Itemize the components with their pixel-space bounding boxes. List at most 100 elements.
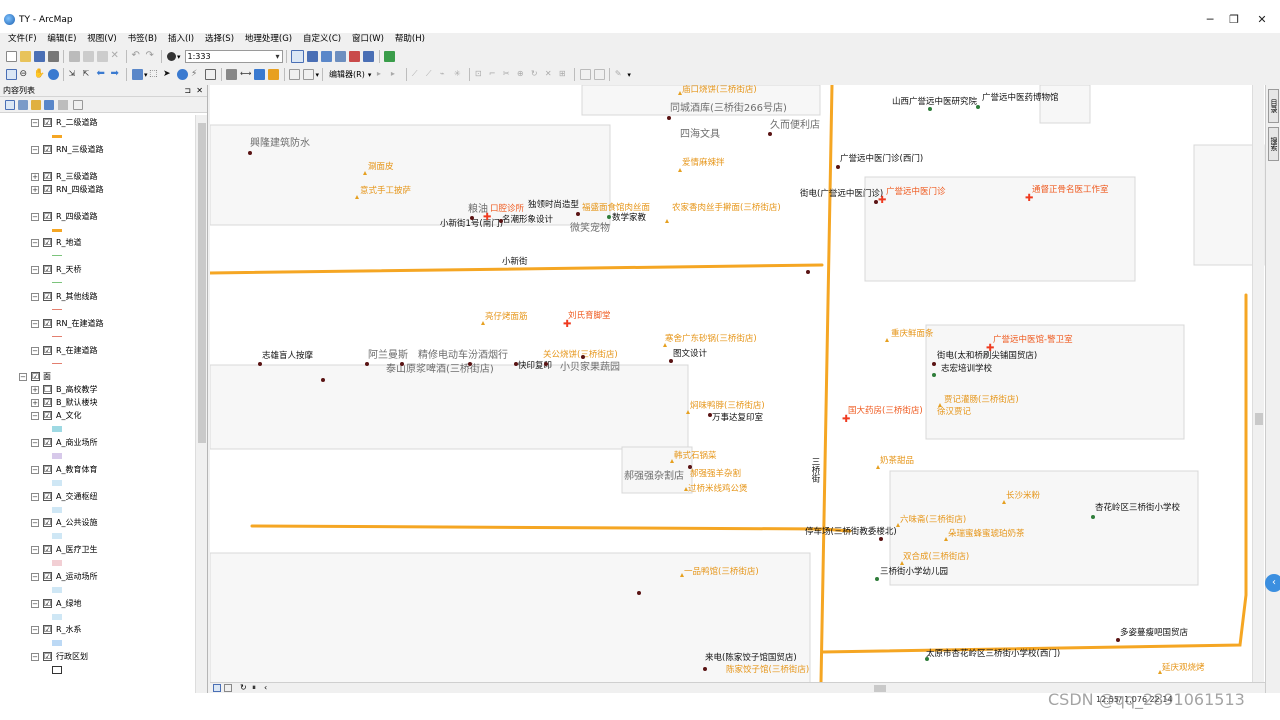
paste-icon[interactable]: [96, 51, 108, 62]
layer-visibility-checkbox[interactable]: ☑: [43, 625, 52, 634]
layer-item[interactable]: − ☑ R_四级道路: [0, 211, 190, 223]
layer-label[interactable]: 面: [43, 371, 51, 383]
cut-icon[interactable]: [68, 51, 80, 62]
toc-options-icon[interactable]: [72, 99, 83, 110]
layer-item[interactable]: − ☑ A_教育体育: [0, 464, 190, 476]
expand-icon[interactable]: +: [31, 173, 39, 181]
clear-selection-icon[interactable]: ⬚: [149, 69, 160, 80]
pin-icon[interactable]: ⊐: [184, 85, 191, 97]
layer-item[interactable]: − ☑ RN_在建道路: [0, 318, 190, 330]
layer-label[interactable]: A_绿地: [56, 598, 81, 610]
zoom-in-icon[interactable]: [5, 69, 17, 80]
layer-label[interactable]: A_运动场所: [56, 571, 97, 583]
layer-item[interactable]: − ☑ A_绿地: [0, 598, 190, 610]
layer-item[interactable]: − ☑ A_文化: [0, 410, 190, 422]
save-icon[interactable]: [33, 51, 45, 62]
layer-visibility-checkbox[interactable]: ☐: [43, 385, 52, 394]
layer-label[interactable]: A_教育体育: [56, 464, 97, 476]
close-icon[interactable]: ✕: [1248, 11, 1276, 29]
collapse-icon[interactable]: −: [31, 213, 39, 221]
straight-segment-icon[interactable]: ⟋: [412, 69, 423, 80]
layer-label[interactable]: A_商业场所: [56, 437, 97, 449]
layer-label[interactable]: 行政区划: [56, 651, 88, 663]
layer-label[interactable]: A_文化: [56, 410, 81, 422]
layer-item[interactable]: − ☑ A_运动场所: [0, 571, 190, 583]
map-scale-combo[interactable]: 1:333: [184, 50, 283, 63]
list-by-source-icon[interactable]: [17, 99, 28, 110]
cut-polygons-icon[interactable]: ✂: [503, 69, 514, 80]
layer-item[interactable]: + ☑ R_三级道路: [0, 171, 190, 183]
collapse-icon[interactable]: −: [31, 146, 39, 154]
list-by-visibility-icon[interactable]: [30, 99, 41, 110]
layer-item[interactable]: − ☑ A_交通枢纽: [0, 491, 190, 503]
menu-customize[interactable]: 自定义(C): [299, 33, 345, 45]
layer-label[interactable]: RN_三级道路: [56, 144, 104, 156]
go-to-xy-icon[interactable]: [254, 69, 266, 80]
map-vscroll-thumb[interactable]: [1255, 413, 1263, 425]
layer-label[interactable]: R_水系: [56, 624, 82, 636]
editor-dropdown-icon[interactable]: ▾: [368, 71, 372, 79]
select-features-icon[interactable]: [131, 69, 143, 80]
layer-item[interactable]: − ☑ R_二级道路: [0, 117, 190, 129]
layer-visibility-checkbox[interactable]: ☑: [43, 465, 52, 474]
copy-icon[interactable]: [82, 51, 94, 62]
toc-scroll-thumb[interactable]: [198, 123, 206, 443]
list-by-drawing-order-icon[interactable]: [4, 99, 15, 110]
collapse-icon[interactable]: −: [19, 373, 27, 381]
layer-visibility-checkbox[interactable]: ☑: [43, 292, 52, 301]
map-vertical-scrollbar[interactable]: [1252, 85, 1264, 682]
layer-label[interactable]: B_默认楼块: [56, 397, 98, 409]
editor-toolbar-icon[interactable]: [291, 50, 305, 63]
end-point-arc-icon[interactable]: ⟋: [426, 69, 437, 80]
layer-visibility-checkbox[interactable]: ☑: [43, 398, 52, 407]
delete-icon[interactable]: ✕: [111, 51, 122, 62]
layer-visibility-checkbox[interactable]: ☑: [43, 438, 52, 447]
menu-edit[interactable]: 编辑(E): [43, 33, 80, 45]
data-view-icon[interactable]: [213, 684, 221, 692]
collapse-icon[interactable]: −: [31, 439, 39, 447]
collapse-icon[interactable]: −: [31, 412, 39, 420]
editor-options-dropdown-icon[interactable]: ▾: [627, 71, 631, 79]
edit-vertices-icon[interactable]: ⊡: [475, 69, 486, 80]
layer-item[interactable]: − ☑ A_公共设施: [0, 517, 190, 529]
layout-view-icon[interactable]: [303, 69, 315, 80]
catalog-dock-tab[interactable]: 目录: [1268, 89, 1279, 123]
forward-extent-icon[interactable]: ➡: [111, 69, 122, 80]
toc-scrollbar[interactable]: [195, 115, 207, 693]
python-window-icon[interactable]: [363, 51, 375, 62]
layer-label[interactable]: R_四级道路: [56, 211, 98, 223]
time-slider-icon[interactable]: [268, 69, 280, 80]
menu-selection[interactable]: 选择(S): [201, 33, 238, 45]
menu-geoprocessing[interactable]: 地理处理(G): [241, 33, 296, 45]
split-icon[interactable]: ⊕: [517, 69, 528, 80]
layer-label[interactable]: R_地道: [56, 237, 82, 249]
html-popup-icon[interactable]: [205, 69, 217, 80]
layer-label[interactable]: R_其他线路: [56, 291, 98, 303]
collapse-icon[interactable]: −: [31, 519, 39, 527]
layer-visibility-checkbox[interactable]: ☑: [43, 145, 52, 154]
layer-item[interactable]: − ☑ R_其他线路: [0, 291, 190, 303]
layer-label[interactable]: A_交通枢纽: [56, 491, 97, 503]
map-hscroll-thumb[interactable]: [874, 685, 886, 692]
collapse-icon[interactable]: −: [31, 493, 39, 501]
layer-visibility-checkbox[interactable]: ☑: [43, 346, 52, 355]
print-icon[interactable]: [47, 51, 59, 62]
toc-close-icon[interactable]: ✕: [196, 85, 203, 97]
layer-item[interactable]: − ☑ A_商业场所: [0, 437, 190, 449]
layer-label[interactable]: RN_在建道路: [56, 318, 104, 330]
reshape-icon[interactable]: ⌐: [489, 69, 500, 80]
trace-icon[interactable]: ⌁: [440, 69, 451, 80]
layer-label[interactable]: A_医疗卫生: [56, 544, 97, 556]
layer-visibility-checkbox[interactable]: ☑: [43, 118, 52, 127]
layer-item[interactable]: − ☑ 行政区划: [0, 651, 190, 663]
open-icon[interactable]: [19, 51, 31, 62]
edit-annotation-icon[interactable]: ▸: [391, 69, 402, 80]
collapse-icon[interactable]: −: [31, 466, 39, 474]
fixed-zoom-out-icon[interactable]: ⇱: [83, 69, 94, 80]
layer-visibility-checkbox[interactable]: ☑: [43, 411, 52, 420]
layer-item[interactable]: + ☐ B_高校教学: [0, 384, 190, 396]
identify-icon[interactable]: [177, 69, 189, 80]
redo-icon[interactable]: ↷: [146, 51, 157, 62]
menu-windows[interactable]: 窗口(W): [348, 33, 388, 45]
scroll-left-icon[interactable]: ‹: [264, 683, 267, 692]
